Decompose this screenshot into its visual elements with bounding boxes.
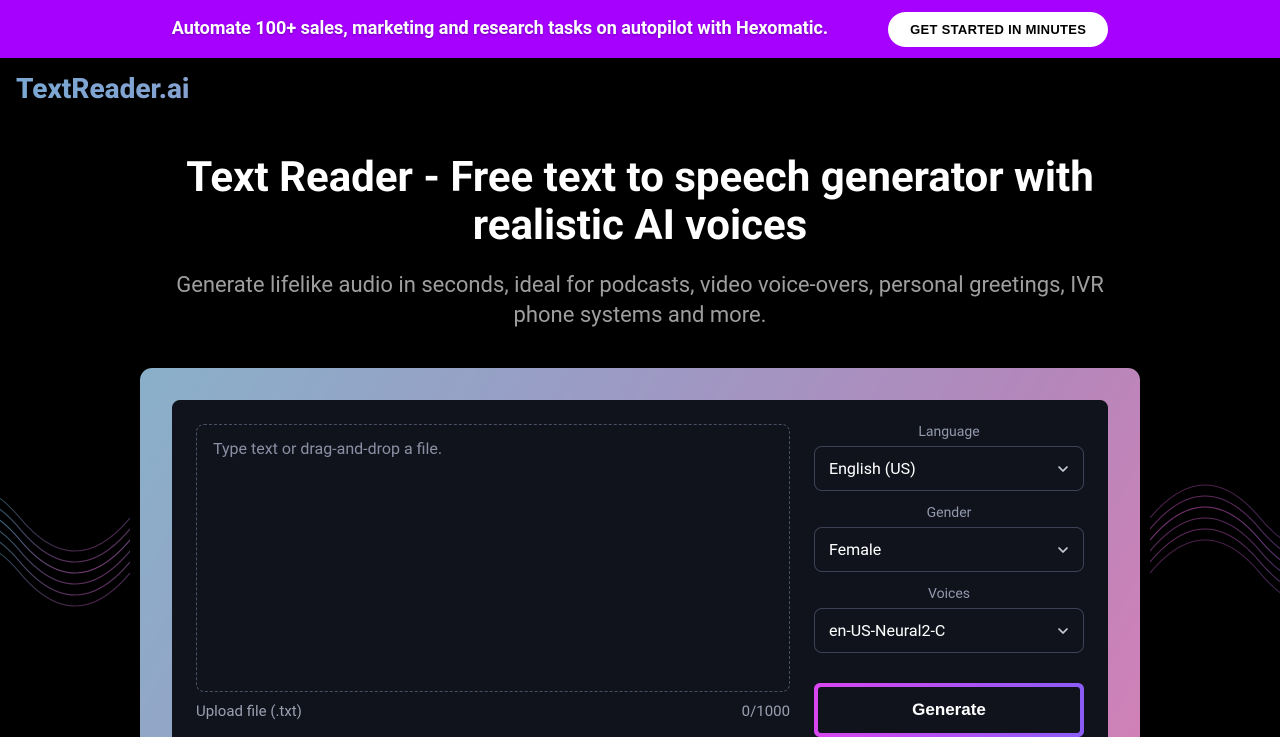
chevron-down-icon [1057,463,1069,475]
voices-label: Voices [814,586,1084,602]
promo-banner: Automate 100+ sales, marketing and resea… [0,0,1280,58]
chevron-down-icon [1057,625,1069,637]
hero-section: Text Reader - Free text to speech genera… [0,119,1280,737]
text-input-column: Type text or drag-and-drop a file. Uploa… [196,424,790,737]
voices-select[interactable]: en-US-Neural2-C [814,608,1084,653]
logo[interactable]: TextReader.ai [16,72,1264,105]
controls-column: Language English (US) Gender Female Voic… [814,424,1084,737]
language-select[interactable]: English (US) [814,446,1084,491]
upload-row: Upload file (.txt) 0/1000 [196,702,790,720]
voices-value: en-US-Neural2-C [829,621,945,640]
language-label: Language [814,424,1084,440]
header: TextReader.ai [0,58,1280,119]
gender-select[interactable]: Female [814,527,1084,572]
upload-file-link[interactable]: Upload file (.txt) [196,702,302,720]
char-counter: 0/1000 [742,702,790,720]
tool-card: Type text or drag-and-drop a file. Uploa… [140,368,1140,737]
text-input[interactable]: Type text or drag-and-drop a file. [196,424,790,692]
tool-inner: Type text or drag-and-drop a file. Uploa… [172,400,1108,737]
gender-label: Gender [814,505,1084,521]
page-title: Text Reader - Free text to speech genera… [160,154,1120,251]
gender-value: Female [829,540,881,559]
get-started-button[interactable]: GET STARTED IN MINUTES [888,12,1108,47]
generate-button-wrapper: Generate [814,683,1084,737]
language-value: English (US) [829,459,916,478]
generate-button[interactable]: Generate [818,687,1080,733]
banner-text: Automate 100+ sales, marketing and resea… [172,17,828,40]
textarea-placeholder: Type text or drag-and-drop a file. [213,439,773,458]
chevron-down-icon [1057,544,1069,556]
page-subtitle: Generate lifelike audio in seconds, idea… [150,271,1130,333]
